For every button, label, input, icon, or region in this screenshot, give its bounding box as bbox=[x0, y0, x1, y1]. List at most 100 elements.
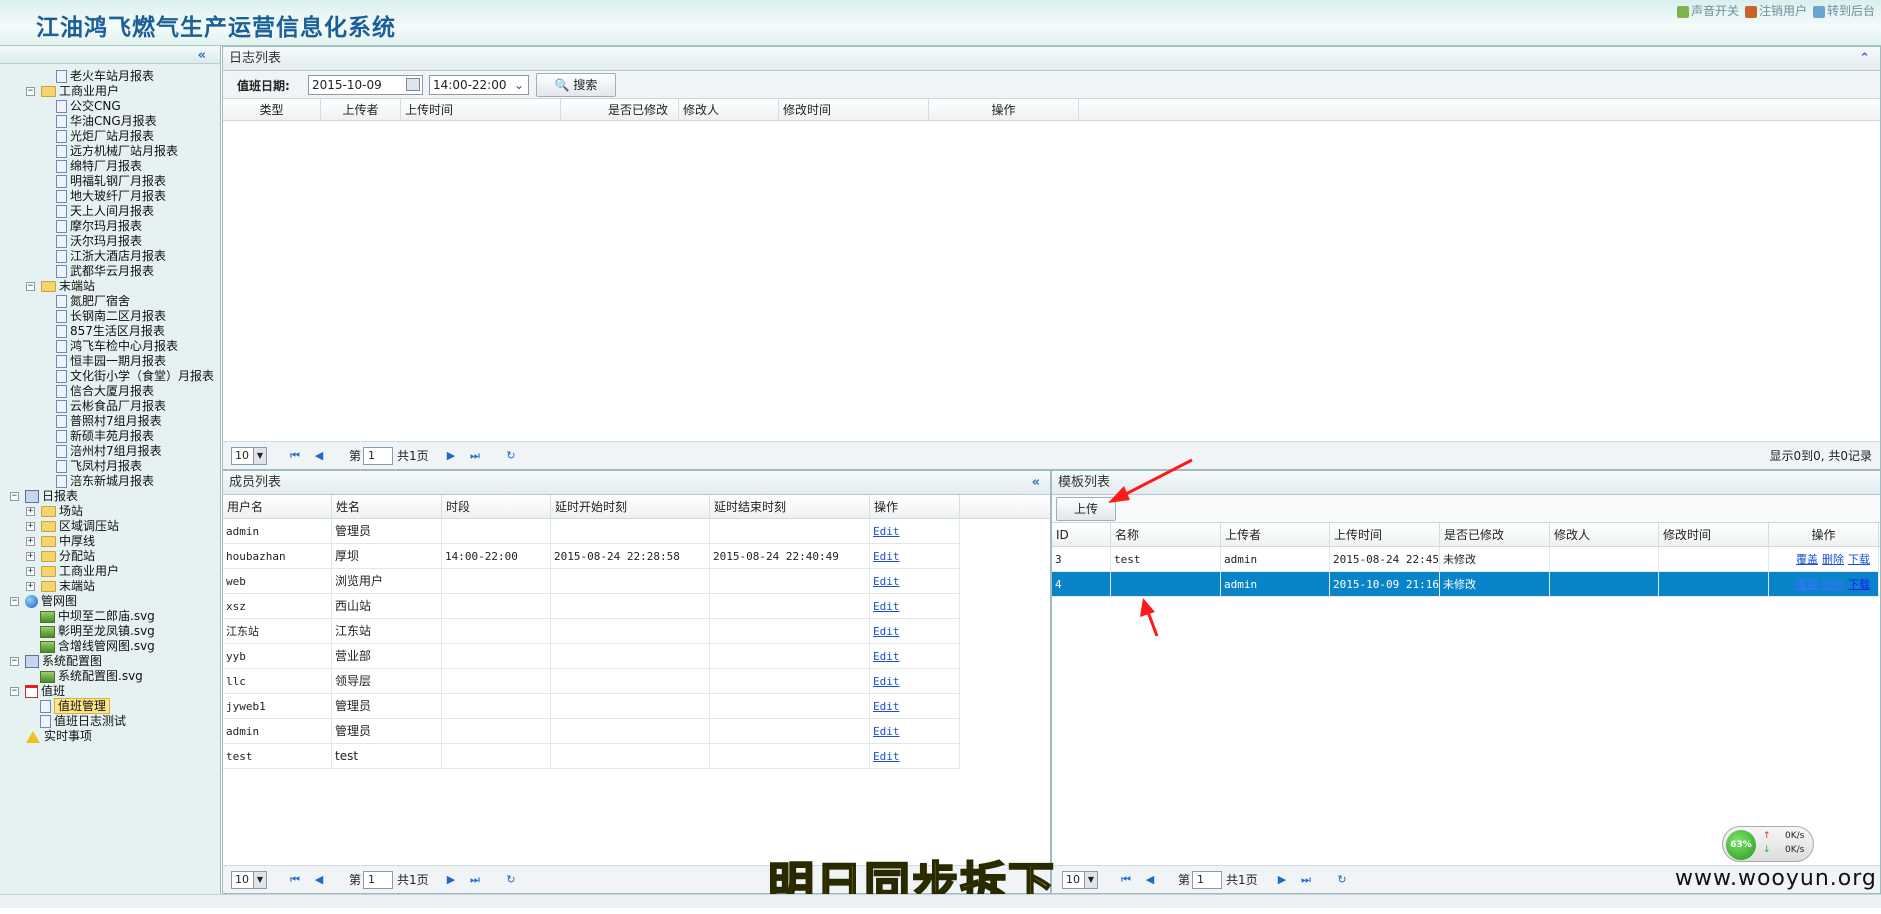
edit-link[interactable]: Edit bbox=[873, 675, 900, 688]
overwrite-link[interactable]: 覆盖 bbox=[1796, 553, 1818, 566]
table-row[interactable]: llc 领导层 Edit bbox=[223, 669, 960, 694]
col-uploader[interactable]: 上传者 bbox=[1221, 523, 1330, 547]
edit-link[interactable]: Edit bbox=[873, 550, 900, 563]
upload-button[interactable]: 上传 bbox=[1056, 497, 1116, 521]
collapse-icon[interactable]: − bbox=[26, 282, 35, 291]
next-page-icon[interactable]: ▶ bbox=[443, 447, 459, 465]
last-page-icon[interactable]: ⏭ bbox=[467, 447, 483, 465]
table-row[interactable]: yyb 营业部 Edit bbox=[223, 644, 960, 669]
collapse-icon[interactable]: − bbox=[26, 87, 35, 96]
collapse-icon[interactable]: − bbox=[10, 687, 19, 696]
calendar-icon[interactable] bbox=[406, 78, 420, 91]
table-row[interactable]: test test Edit bbox=[223, 744, 960, 769]
logout-link[interactable]: 注销用户 bbox=[1744, 2, 1807, 19]
search-button[interactable]: 🔍 搜索 bbox=[536, 73, 616, 97]
edit-link[interactable]: Edit bbox=[873, 750, 900, 763]
delete-link[interactable]: 删除 bbox=[1822, 553, 1844, 566]
overwrite-link[interactable]: 覆盖 bbox=[1796, 578, 1818, 591]
edit-link[interactable]: Edit bbox=[873, 700, 900, 713]
col-actions[interactable]: 操作 bbox=[1769, 523, 1879, 547]
first-page-icon[interactable]: ⏮ bbox=[287, 871, 303, 889]
first-page-icon[interactable]: ⏮ bbox=[287, 447, 303, 465]
sound-toggle[interactable]: 声音开关 bbox=[1676, 2, 1739, 19]
last-page-icon[interactable]: ⏭ bbox=[467, 871, 483, 889]
col-editor[interactable]: 修改人 bbox=[679, 99, 779, 121]
page-number-input[interactable]: 1 bbox=[1192, 871, 1222, 889]
expand-icon[interactable]: + bbox=[26, 552, 35, 561]
expand-icon[interactable]: + bbox=[26, 567, 35, 576]
tree-node-label: 武都华云月报表 bbox=[70, 264, 155, 278]
shift-select[interactable]: 14:00-22:00 ⌄ bbox=[429, 75, 529, 95]
col-edit-time[interactable]: 修改时间 bbox=[779, 99, 929, 121]
next-page-icon[interactable]: ▶ bbox=[443, 871, 459, 889]
page-number-input[interactable]: 1 bbox=[363, 447, 393, 465]
table-row[interactable]: xsz 西山站 Edit bbox=[223, 594, 960, 619]
expand-icon[interactable]: + bbox=[26, 522, 35, 531]
next-page-icon[interactable]: ▶ bbox=[1274, 871, 1290, 889]
refresh-icon[interactable]: ↻ bbox=[1334, 871, 1350, 889]
table-row[interactable]: 3testadmin2015-08-24 22:45:2未修改 覆盖删除下载 bbox=[1052, 547, 1879, 572]
page-number-input[interactable]: 1 bbox=[363, 871, 393, 889]
col-actions[interactable]: 操作 bbox=[929, 99, 1079, 121]
table-row[interactable]: 4 admin2015-10-09 21:16:3未修改 覆盖删除下载 bbox=[1052, 572, 1879, 597]
date-input[interactable]: 2015-10-09 bbox=[308, 75, 423, 95]
collapse-up-icon[interactable]: ⌃ bbox=[1859, 47, 1870, 71]
col-modified[interactable]: 是否已修改 bbox=[561, 99, 679, 121]
edit-link[interactable]: Edit bbox=[873, 650, 900, 663]
expand-icon[interactable]: + bbox=[26, 537, 35, 546]
col-modified[interactable]: 是否已修改 bbox=[1440, 523, 1550, 547]
prev-page-icon[interactable]: ◀ bbox=[1142, 871, 1158, 889]
table-row[interactable]: jyweb1 管理员 Edit bbox=[223, 694, 960, 719]
table-cell bbox=[710, 569, 870, 594]
col-edit-time[interactable]: 修改时间 bbox=[1659, 523, 1769, 547]
tree-node-label: 区域调压站 bbox=[59, 519, 120, 533]
col-name[interactable]: 姓名 bbox=[332, 495, 442, 519]
col-type[interactable]: 类型 bbox=[223, 99, 321, 121]
table-row[interactable]: admin 管理员 Edit bbox=[223, 719, 960, 744]
edit-link[interactable]: Edit bbox=[873, 525, 900, 538]
tree-node[interactable]: 实时事项 bbox=[26, 727, 92, 745]
col-delay-start[interactable]: 延时开始时刻 bbox=[551, 495, 710, 519]
collapse-left-icon[interactable]: « bbox=[198, 48, 206, 63]
refresh-icon[interactable]: ↻ bbox=[503, 871, 519, 889]
edit-link[interactable]: Edit bbox=[873, 600, 900, 613]
table-row[interactable]: 江东站 江东站 Edit bbox=[223, 619, 960, 644]
collapse-left-icon[interactable]: « bbox=[1032, 471, 1040, 495]
table-cell: 管理员 bbox=[332, 519, 442, 544]
col-upload-time[interactable]: 上传时间 bbox=[1330, 523, 1440, 547]
edit-cell: Edit bbox=[870, 544, 960, 569]
refresh-icon[interactable]: ↻ bbox=[503, 447, 519, 465]
last-page-icon[interactable]: ⏭ bbox=[1298, 871, 1314, 889]
table-row[interactable]: admin 管理员 Edit bbox=[223, 519, 960, 544]
col-id[interactable]: ID bbox=[1052, 523, 1111, 547]
edit-link[interactable]: Edit bbox=[873, 725, 900, 738]
download-link[interactable]: 下载 bbox=[1848, 553, 1870, 566]
collapse-icon[interactable]: − bbox=[10, 597, 19, 606]
col-editor[interactable]: 修改人 bbox=[1550, 523, 1659, 547]
col-actions[interactable]: 操作 bbox=[870, 495, 960, 519]
page-size-select[interactable]: 10 ▼ bbox=[1062, 871, 1098, 889]
prev-page-icon[interactable]: ◀ bbox=[311, 871, 327, 889]
col-username[interactable]: 用户名 bbox=[223, 495, 332, 519]
expand-icon[interactable]: + bbox=[26, 507, 35, 516]
table-row[interactable]: houbazhan 厚坝 14:00-22:00 2015-08-24 22:28:5… bbox=[223, 544, 960, 569]
col-shift[interactable]: 时段 bbox=[442, 495, 551, 519]
expand-icon[interactable]: + bbox=[26, 582, 35, 591]
col-delay-end[interactable]: 延时结束时刻 bbox=[710, 495, 870, 519]
edit-link[interactable]: Edit bbox=[873, 625, 900, 638]
delete-link[interactable]: 删除 bbox=[1822, 578, 1844, 591]
table-row[interactable]: web 浏览用户 Edit bbox=[223, 569, 960, 594]
prev-page-icon[interactable]: ◀ bbox=[311, 447, 327, 465]
admin-link[interactable]: 转到后台 bbox=[1812, 2, 1875, 19]
col-name[interactable]: 名称 bbox=[1111, 523, 1221, 547]
collapse-icon[interactable]: − bbox=[10, 657, 19, 666]
network-speed-widget[interactable]: 63% ↑ 0K/s ↓ 0K/s bbox=[1722, 826, 1814, 862]
page-size-select[interactable]: 10 ▼ bbox=[231, 447, 267, 465]
col-upload-time[interactable]: 上传时间 bbox=[401, 99, 561, 121]
download-link[interactable]: 下载 bbox=[1848, 578, 1870, 591]
edit-link[interactable]: Edit bbox=[873, 575, 900, 588]
page-size-select[interactable]: 10 ▼ bbox=[231, 871, 267, 889]
first-page-icon[interactable]: ⏮ bbox=[1118, 871, 1134, 889]
collapse-icon[interactable]: − bbox=[10, 492, 19, 501]
col-uploader[interactable]: 上传者 bbox=[321, 99, 401, 121]
